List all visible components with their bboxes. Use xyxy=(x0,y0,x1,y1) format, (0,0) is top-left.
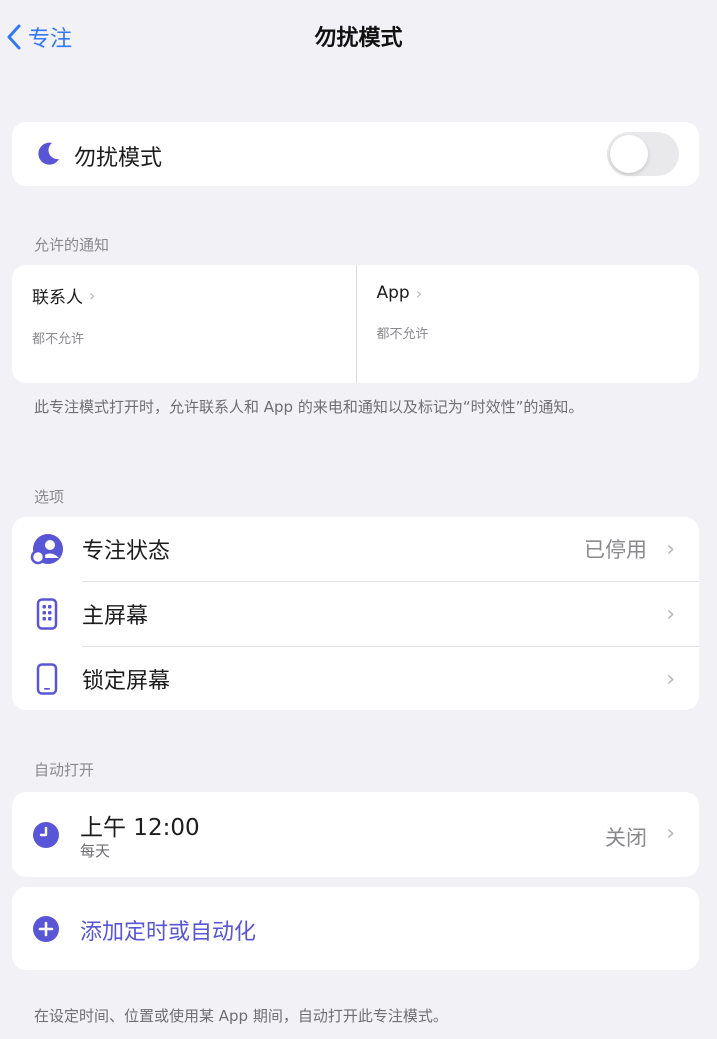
schedule-time: 上午 12:00 xyxy=(80,815,200,841)
apps-cell[interactable]: App › 都不允许 xyxy=(355,265,700,383)
toggle-knob xyxy=(610,135,648,173)
clock-icon xyxy=(32,821,60,853)
focus-status-value: 已停用 xyxy=(584,538,647,562)
home-screen-row[interactable]: 主屏幕 › xyxy=(12,582,699,646)
allowed-notifications-card: 联系人 › 都不允许 App › 都不允许 xyxy=(12,265,699,383)
focus-status-label: 专注状态 xyxy=(82,539,171,564)
focus-mode-toggle[interactable] xyxy=(607,132,679,176)
auto-on-footer: 在设定时间、位置或使用某 App 期间，自动打开此专注模式。 xyxy=(34,1007,448,1025)
chevron-right-icon: › xyxy=(415,283,423,303)
chevron-right-icon: › xyxy=(89,286,96,305)
options-card: 专注状态 已停用 › 主屏幕 › 锁定屏幕 › xyxy=(12,517,699,710)
page-title: 勿扰模式 xyxy=(314,26,403,51)
person-circle-icon xyxy=(30,532,64,566)
people-subtitle: 都不允许 xyxy=(32,332,85,347)
lock-screen-row[interactable]: 锁定屏幕 › xyxy=(12,647,699,710)
schedule-repeat: 每天 xyxy=(80,842,111,860)
people-title: 联系人 xyxy=(32,288,83,308)
allowed-notifications-header: 允许的通知 xyxy=(34,236,110,254)
home-screen-icon xyxy=(30,597,64,631)
lock-screen-icon xyxy=(30,662,64,696)
allowed-notifications-footer: 此专注模式打开时，允许联系人和 App 的来电和通知以及标记为“时效性”的通知。 xyxy=(34,398,584,416)
chevron-right-icon: › xyxy=(666,536,675,562)
apps-subtitle: 都不允许 xyxy=(376,327,429,342)
options-header: 选项 xyxy=(34,488,65,506)
home-screen-label: 主屏幕 xyxy=(82,604,149,629)
add-automation-label: 添加定时或自动化 xyxy=(80,920,257,945)
schedule-card[interactable]: 上午 12:00 每天 关闭 › xyxy=(12,792,699,877)
chevron-right-icon: › xyxy=(666,666,675,692)
schedule-status: 关闭 xyxy=(605,826,647,850)
focus-toggle-card: 勿扰模式 xyxy=(12,122,699,186)
focus-status-row[interactable]: 专注状态 已停用 › xyxy=(12,517,699,581)
focus-mode-label: 勿扰模式 xyxy=(74,146,163,171)
chevron-right-icon: › xyxy=(666,821,675,846)
people-cell[interactable]: 联系人 › 都不允许 xyxy=(12,265,356,383)
auto-on-header: 自动打开 xyxy=(34,761,95,779)
lock-screen-label: 锁定屏幕 xyxy=(82,669,171,694)
plus-circle-icon xyxy=(32,915,60,947)
chevron-right-icon: › xyxy=(666,601,675,627)
apps-title: App xyxy=(376,283,410,303)
add-automation-card[interactable]: 添加定时或自动化 xyxy=(12,887,699,970)
moon-icon xyxy=(34,140,62,172)
